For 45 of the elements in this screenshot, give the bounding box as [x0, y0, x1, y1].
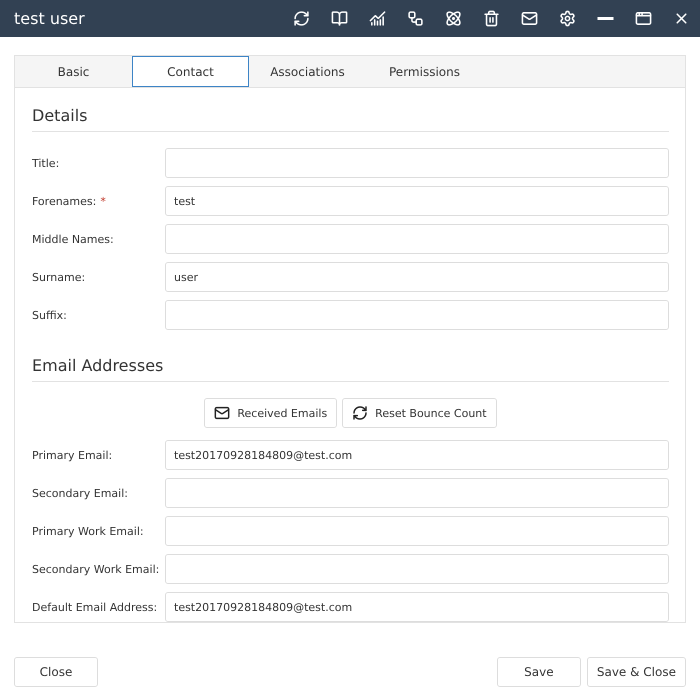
refresh-icon: [292, 10, 310, 27]
input-field[interactable]: [165, 478, 669, 508]
field-label: Secondary Email:: [32, 486, 128, 500]
field-label: Secondary Work Email:: [32, 562, 160, 576]
settings-icon: [558, 10, 576, 27]
action-button[interactable]: Received Emails: [204, 398, 338, 428]
required-mark: *: [100, 194, 106, 208]
input-field[interactable]: [165, 554, 669, 584]
save-button[interactable]: Save: [496, 657, 581, 687]
tab[interactable]: Associations: [249, 56, 366, 87]
input-field[interactable]: [165, 224, 669, 254]
minimize-icon: [596, 17, 614, 20]
section-heading: Details: [32, 88, 669, 132]
field-label: Forenames:: [32, 194, 96, 208]
mail-icon: [214, 405, 230, 421]
book-icon: [330, 10, 348, 27]
field-label: Middle Names:: [32, 232, 114, 246]
close-button[interactable]: Close: [14, 657, 98, 687]
chart-icon: [368, 10, 386, 27]
field-label: Default Email Address:: [32, 600, 158, 614]
network-icon: [406, 10, 424, 27]
input-field[interactable]: [165, 300, 669, 330]
tab[interactable]: Permissions: [366, 56, 483, 87]
action-button[interactable]: Reset Bounce Count: [342, 398, 497, 428]
save-button[interactable]: Save & Close: [586, 657, 686, 687]
input-field[interactable]: test20170928184809@test.com: [165, 592, 669, 622]
input-field[interactable]: user: [165, 262, 669, 292]
trash-icon: [482, 10, 500, 27]
field-label: Primary Work Email:: [32, 524, 144, 538]
field-label: Primary Email:: [32, 448, 112, 462]
atom-icon: [444, 10, 462, 27]
input-field[interactable]: [165, 148, 669, 178]
refresh-icon: [352, 405, 368, 421]
input-field[interactable]: [165, 516, 669, 546]
window-title: test user: [14, 9, 86, 28]
tab[interactable]: Basic: [15, 56, 132, 87]
maximize-icon: [634, 10, 652, 27]
field-label: Suffix:: [32, 308, 67, 322]
input-field[interactable]: test20170928184809@test.com: [165, 440, 669, 470]
field-label: Title:: [32, 156, 60, 170]
section-heading: Email Addresses: [32, 338, 669, 382]
tab[interactable]: Contact: [132, 56, 249, 87]
input-field[interactable]: test: [165, 186, 669, 216]
mail-icon: [520, 10, 538, 27]
field-label: Surname:: [32, 270, 86, 284]
